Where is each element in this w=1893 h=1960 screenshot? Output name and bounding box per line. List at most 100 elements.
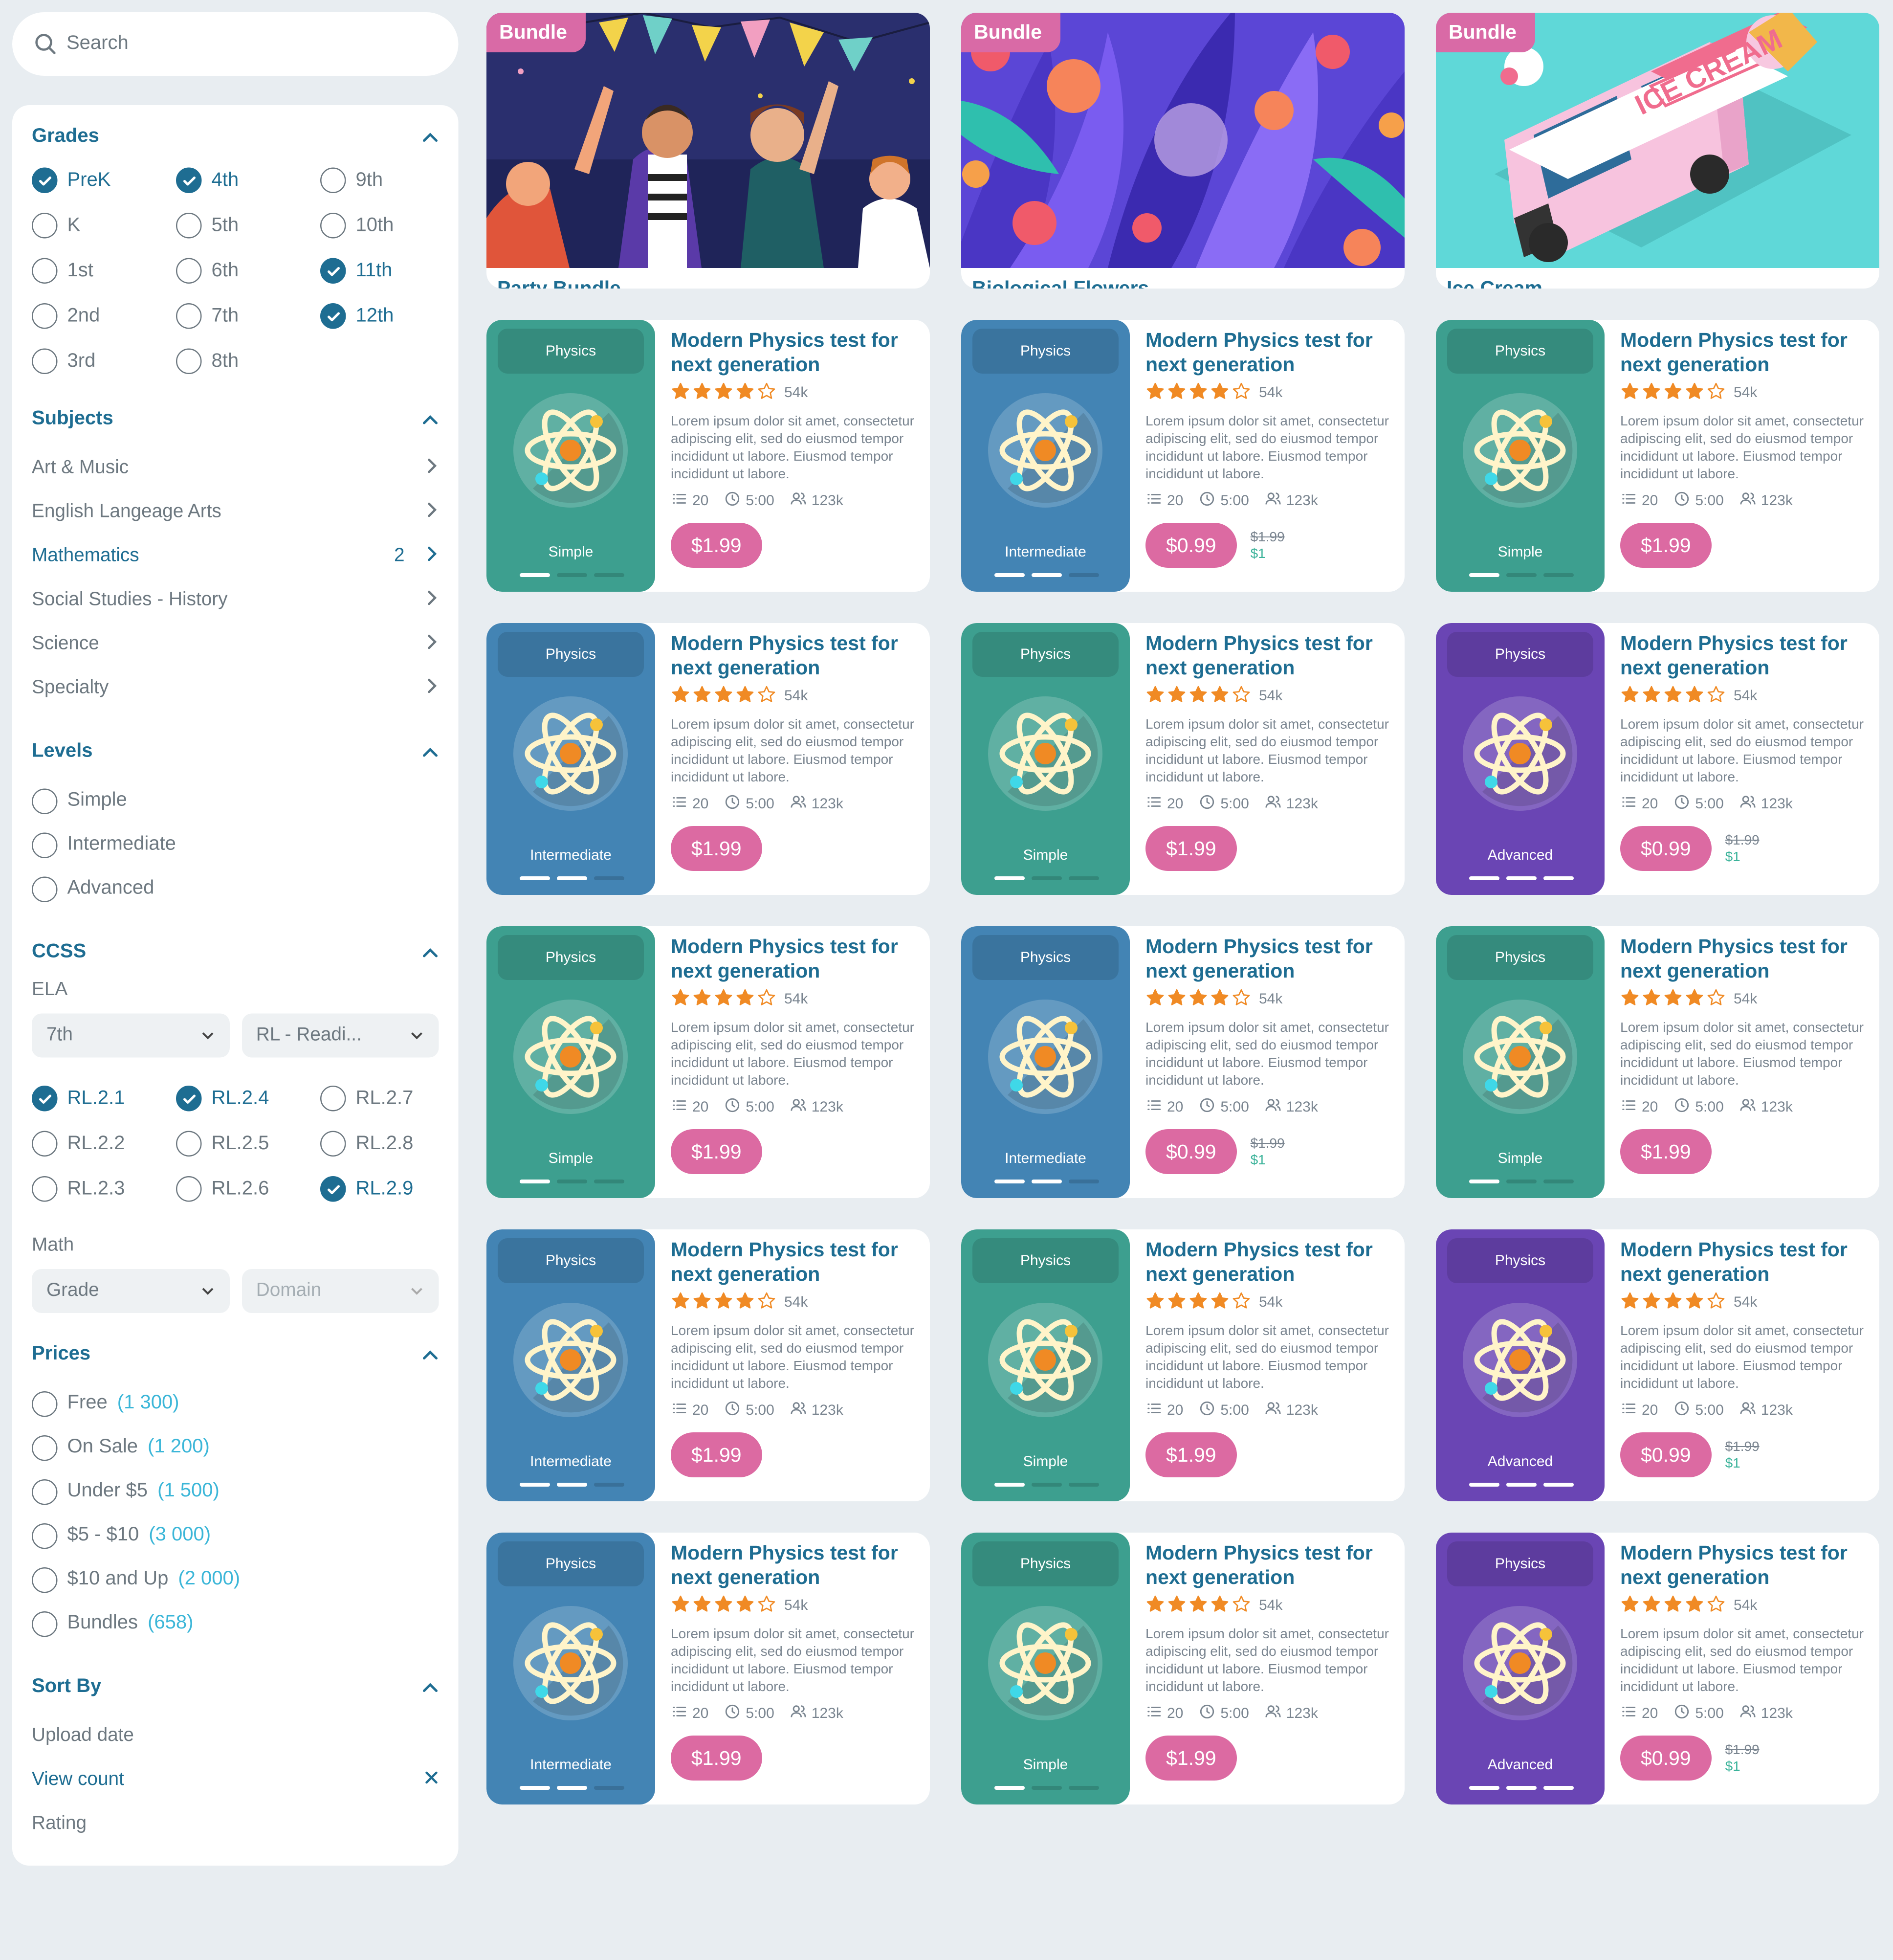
unchecked-icon[interactable] [176,348,202,374]
product-card[interactable]: Physics Advanced Modern Physics test for n… [1436,1533,1879,1804]
product-card[interactable]: Physics Advanced Modern Physics test for n… [1436,1229,1879,1501]
product-title[interactable]: Modern Physics test for next generation [671,1540,918,1589]
radio-icon[interactable] [32,1610,58,1637]
product-title[interactable]: Modern Physics test for next generation [1145,328,1393,377]
radio-icon[interactable] [32,1566,58,1593]
product-title[interactable]: Modern Physics test for next generation [1620,328,1868,377]
product-card[interactable]: Physics Intermediate Modern Physics test f… [486,1533,930,1804]
checkbox-option[interactable]: RL.2.1 [32,1082,176,1115]
checkbox-option[interactable]: RL.2.7 [320,1082,455,1115]
bundle-card[interactable]: ICE CREAMBundleIce Cream54K7 ProductsFre… [1436,13,1879,289]
checked-icon[interactable] [176,1086,202,1112]
checkbox-option[interactable]: RL.2.2 [32,1127,176,1160]
level-option[interactable]: Simple [32,779,439,823]
radio-icon[interactable] [32,788,58,814]
price-button[interactable]: $0.99 [1145,523,1237,568]
unchecked-icon[interactable] [32,1176,58,1202]
checked-icon[interactable] [32,1086,58,1112]
checked-icon[interactable] [176,167,202,193]
product-card[interactable]: Physics Simple Modern Physics test for nex… [486,320,930,592]
chevron-up-icon[interactable] [422,743,439,760]
checkbox-option[interactable]: 1st [32,254,176,288]
unchecked-icon[interactable] [176,1131,202,1157]
product-title[interactable]: Modern Physics test for next generation [1145,1540,1393,1589]
price-option[interactable]: Under $5 (1 500) [32,1470,439,1514]
product-card[interactable]: Physics Intermediate Modern Physics test f… [486,623,930,895]
subject-item[interactable]: Science [32,623,439,667]
checkbox-option[interactable]: 8th [176,345,320,378]
price-option[interactable]: On Sale (1 200) [32,1425,439,1470]
unchecked-icon[interactable] [320,167,346,193]
checkbox-option[interactable]: RL.2.9 [320,1173,455,1206]
price-option[interactable]: Bundles (658) [32,1602,439,1646]
checked-icon[interactable] [320,1176,346,1202]
checkbox-option[interactable]: RL.2.4 [176,1082,320,1115]
subject-item[interactable]: Social Studies - History [32,579,439,623]
bundle-card[interactable]: Bundle Biological Flowers54K7 ProductsFre… [961,13,1405,289]
radio-icon[interactable] [32,876,58,902]
price-button[interactable]: $1.99 [1145,1432,1237,1477]
subject-item[interactable]: English Langeage Arts [32,490,439,535]
level-option[interactable]: Intermediate [32,823,439,867]
unchecked-icon[interactable] [176,1176,202,1202]
checkbox-option[interactable]: 11th [320,254,455,288]
price-button[interactable]: $0.99 [1620,1432,1712,1477]
unchecked-icon[interactable] [32,303,58,329]
checkbox-option[interactable]: 10th [320,209,455,243]
product-card[interactable]: Physics Simple Modern Physics test for nex… [961,1533,1405,1804]
radio-icon[interactable] [32,1390,58,1417]
unchecked-icon[interactable] [320,1086,346,1112]
checkbox-option[interactable]: K [32,209,176,243]
bundle-title[interactable]: Ice Cream [1447,277,1869,289]
sort-option[interactable]: Rating [32,1802,439,1846]
price-button[interactable]: $1.99 [1620,1129,1712,1174]
product-card[interactable]: Physics Simple Modern Physics test for nex… [1436,926,1879,1198]
checkbox-option[interactable]: 12th [320,300,455,333]
bundle-title[interactable]: Biological Flowers [972,277,1394,289]
subject-item[interactable]: Mathematics 2 [32,535,439,579]
checkbox-option[interactable]: 2nd [32,300,176,333]
price-option[interactable]: $10 and Up (2 000) [32,1558,439,1602]
product-card[interactable]: Physics Simple Modern Physics test for nex… [961,1229,1405,1501]
checkbox-option[interactable]: 3rd [32,345,176,378]
price-button[interactable]: $0.99 [1620,1736,1712,1781]
sort-option[interactable]: View count [32,1758,439,1802]
math-grade-select[interactable]: Grade [32,1269,229,1313]
price-button[interactable]: $0.99 [1145,1129,1237,1174]
product-card[interactable]: Physics Intermediate Modern Physics test f… [961,320,1405,592]
checkbox-option[interactable]: RL.2.6 [176,1173,320,1206]
checkbox-option[interactable]: 5th [176,209,320,243]
price-button[interactable]: $0.99 [1620,826,1712,871]
checkbox-option[interactable]: 6th [176,254,320,288]
unchecked-icon[interactable] [32,348,58,374]
math-domain-select[interactable]: Domain [241,1269,439,1313]
search-input[interactable] [66,33,437,55]
checked-icon[interactable] [320,258,346,284]
product-card[interactable]: Physics Simple Modern Physics test for nex… [961,623,1405,895]
price-option[interactable]: $5 - $10 (3 000) [32,1514,439,1558]
product-title[interactable]: Modern Physics test for next generation [1620,1237,1868,1286]
radio-icon[interactable] [32,1434,58,1461]
price-button[interactable]: $1.99 [1620,523,1712,568]
chevron-up-icon[interactable] [422,129,439,146]
bundle-card[interactable]: Bundle Party Bundle54K7 ProductsFree [486,13,930,289]
unchecked-icon[interactable] [320,1131,346,1157]
checkbox-option[interactable]: PreK [32,164,176,197]
product-title[interactable]: Modern Physics test for next generation [1145,1237,1393,1286]
unchecked-icon[interactable] [176,213,202,239]
checkbox-option[interactable]: 4th [176,164,320,197]
subject-item[interactable]: Specialty [32,667,439,711]
price-button[interactable]: $1.99 [671,826,762,871]
product-title[interactable]: Modern Physics test for next generation [671,1237,918,1286]
price-button[interactable]: $1.99 [1145,1736,1237,1781]
unchecked-icon[interactable] [176,303,202,329]
price-button[interactable]: $1.99 [671,1432,762,1477]
checkbox-option[interactable]: RL.2.3 [32,1173,176,1206]
product-title[interactable]: Modern Physics test for next generation [671,631,918,680]
product-card[interactable]: Physics Simple Modern Physics test for nex… [1436,320,1879,592]
product-card[interactable]: Physics Advanced Modern Physics test for n… [1436,623,1879,895]
unchecked-icon[interactable] [32,1131,58,1157]
product-title[interactable]: Modern Physics test for next generation [671,328,918,377]
price-button[interactable]: $1.99 [671,523,762,568]
product-card[interactable]: Physics Simple Modern Physics test for nex… [486,926,930,1198]
